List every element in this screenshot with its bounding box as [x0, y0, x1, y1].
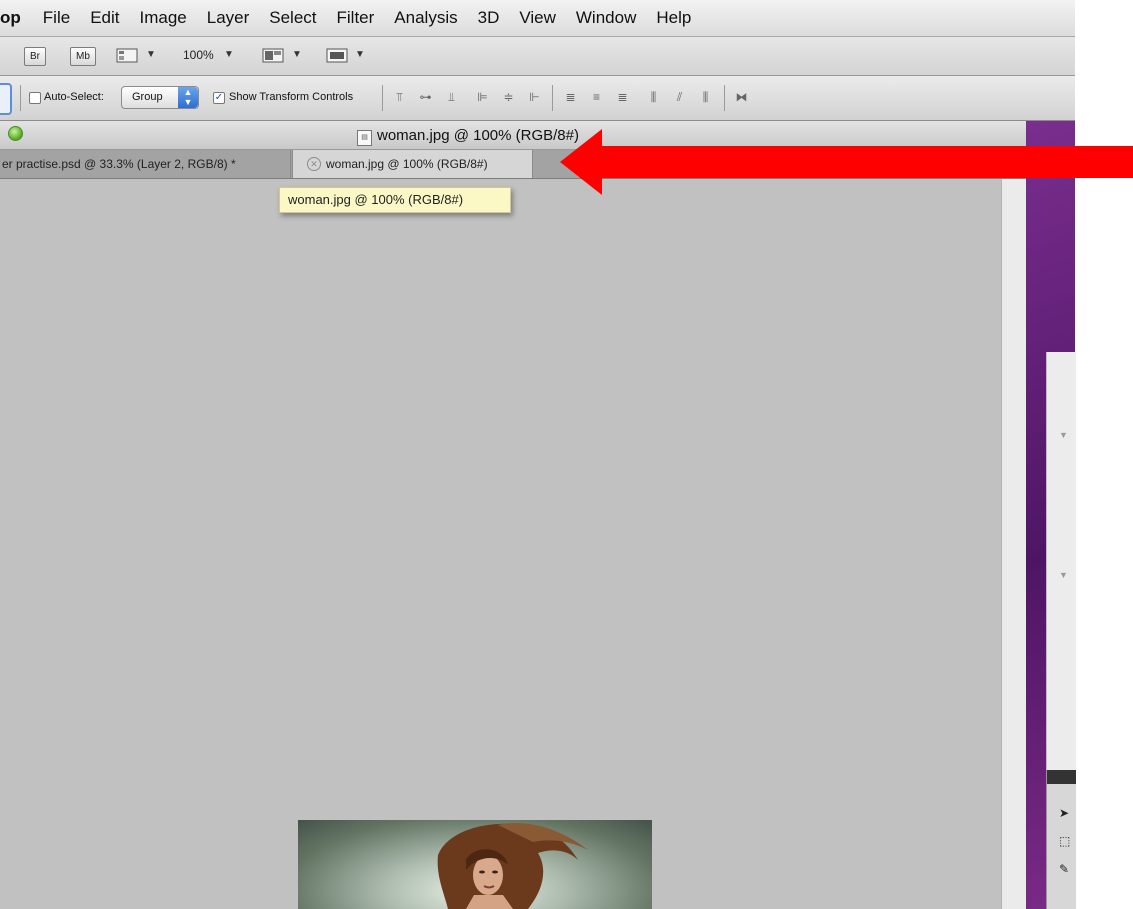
options-bar: Auto-Select: Group ▲ ▼ ✓ Show Transform C…: [0, 76, 1075, 121]
mini-bridge-button[interactable]: Mb: [70, 47, 96, 66]
menu-file[interactable]: File: [43, 8, 70, 28]
menu-window[interactable]: Window: [576, 8, 636, 28]
extras-icon[interactable]: [116, 47, 138, 64]
menu-view[interactable]: View: [519, 8, 556, 28]
menu-select[interactable]: Select: [269, 8, 316, 28]
app-menu[interactable]: op: [0, 8, 21, 28]
divider: [552, 85, 553, 111]
arrange-documents-icon[interactable]: [262, 47, 284, 64]
window-frame-edge: [1001, 179, 1027, 909]
tab-layer-practise[interactable]: er practise.psd @ 33.3% (Layer 2, RGB/8)…: [0, 150, 291, 178]
bridge-button[interactable]: Br: [24, 47, 46, 66]
triangle-down-icon[interactable]: ▼: [1059, 430, 1068, 440]
woman-photo[interactable]: [298, 820, 652, 909]
canvas-area[interactable]: [0, 179, 1027, 909]
triangle-down-icon[interactable]: ▼: [1059, 570, 1068, 580]
distribute-left-icon[interactable]: ⫼: [645, 90, 662, 104]
show-transform-label: Show Transform Controls: [229, 91, 354, 103]
tab-woman-jpg[interactable]: ✕ woman.jpg @ 100% (RGB/8#): [292, 150, 533, 178]
divider: [724, 85, 725, 111]
auto-select-dropdown[interactable]: Group ▲ ▼: [121, 86, 199, 109]
auto-select-checkbox[interactable]: [29, 92, 41, 104]
chevron-down-icon[interactable]: ▼: [146, 49, 156, 60]
side-panel: ▼ ▼: [1046, 352, 1076, 782]
document-window-title: woman.jpg @ 100% (RGB/8#): [377, 127, 579, 144]
tool-preset-picker[interactable]: [0, 83, 12, 115]
screen-mode-icon[interactable]: [326, 47, 348, 64]
application-bar: Br Mb ▼ 100% ▼ ▼ ▼: [0, 37, 1075, 76]
menu-filter[interactable]: Filter: [337, 8, 375, 28]
marquee-tool-icon[interactable]: ⬚: [1059, 834, 1074, 849]
align-right-edges-icon[interactable]: ⊩: [526, 90, 543, 104]
chevron-down-icon[interactable]: ▼: [224, 49, 234, 60]
tools-panel-header[interactable]: [1047, 770, 1076, 784]
menu-edit[interactable]: Edit: [90, 8, 119, 28]
zoom-window-button[interactable]: [8, 126, 23, 141]
zoom-level[interactable]: 100%: [183, 48, 214, 62]
show-transform-checkbox[interactable]: ✓: [213, 92, 225, 104]
menu-help[interactable]: Help: [656, 8, 691, 28]
tools-panel: ➤ ⬚ ✎: [1046, 770, 1076, 909]
tab-label: woman.jpg @ 100% (RGB/8#): [326, 157, 488, 171]
distribute-vertical-centers-icon[interactable]: ≡: [588, 90, 605, 104]
align-horizontal-centers-icon[interactable]: ≑: [500, 90, 517, 104]
align-left-edges-icon[interactable]: ⊫: [474, 90, 491, 104]
menu-analysis[interactable]: Analysis: [394, 8, 457, 28]
menu-image[interactable]: Image: [139, 8, 186, 28]
menu-3d[interactable]: 3D: [478, 8, 500, 28]
menu-bar: op File Edit Image Layer Select Filter A…: [0, 0, 1075, 37]
auto-select-value: Group: [132, 91, 163, 103]
align-bottom-edges-icon[interactable]: ⫫: [443, 90, 460, 104]
close-icon[interactable]: ✕: [307, 157, 321, 171]
red-arrow-annotation: [560, 129, 1133, 195]
divider: [20, 85, 21, 111]
auto-align-layers-icon[interactable]: ⧓: [733, 90, 750, 104]
align-top-edges-icon[interactable]: ⫪: [391, 90, 408, 104]
align-vertical-centers-icon[interactable]: ⊶: [417, 90, 434, 104]
lasso-tool-icon[interactable]: ✎: [1059, 862, 1074, 877]
auto-select-label: Auto-Select:: [44, 91, 104, 103]
distribute-right-icon[interactable]: ⫼: [697, 90, 714, 104]
woman-image-icon: [437, 822, 588, 909]
move-tool-icon[interactable]: ➤: [1059, 806, 1074, 821]
distribute-top-icon[interactable]: ≣: [562, 90, 579, 104]
divider: [382, 85, 383, 111]
menu-layer[interactable]: Layer: [207, 8, 250, 28]
distribute-horizontal-centers-icon[interactable]: ⫽: [671, 90, 688, 104]
tab-tooltip: woman.jpg @ 100% (RGB/8#): [279, 187, 511, 213]
stepper-icon[interactable]: ▲ ▼: [178, 87, 198, 108]
tab-label: er practise.psd @ 33.3% (Layer 2, RGB/8)…: [2, 157, 236, 171]
chevron-down-icon[interactable]: ▼: [292, 49, 302, 60]
document-icon: ▤: [357, 130, 372, 146]
chevron-down-icon[interactable]: ▼: [355, 49, 365, 60]
distribute-bottom-icon[interactable]: ≣: [614, 90, 631, 104]
